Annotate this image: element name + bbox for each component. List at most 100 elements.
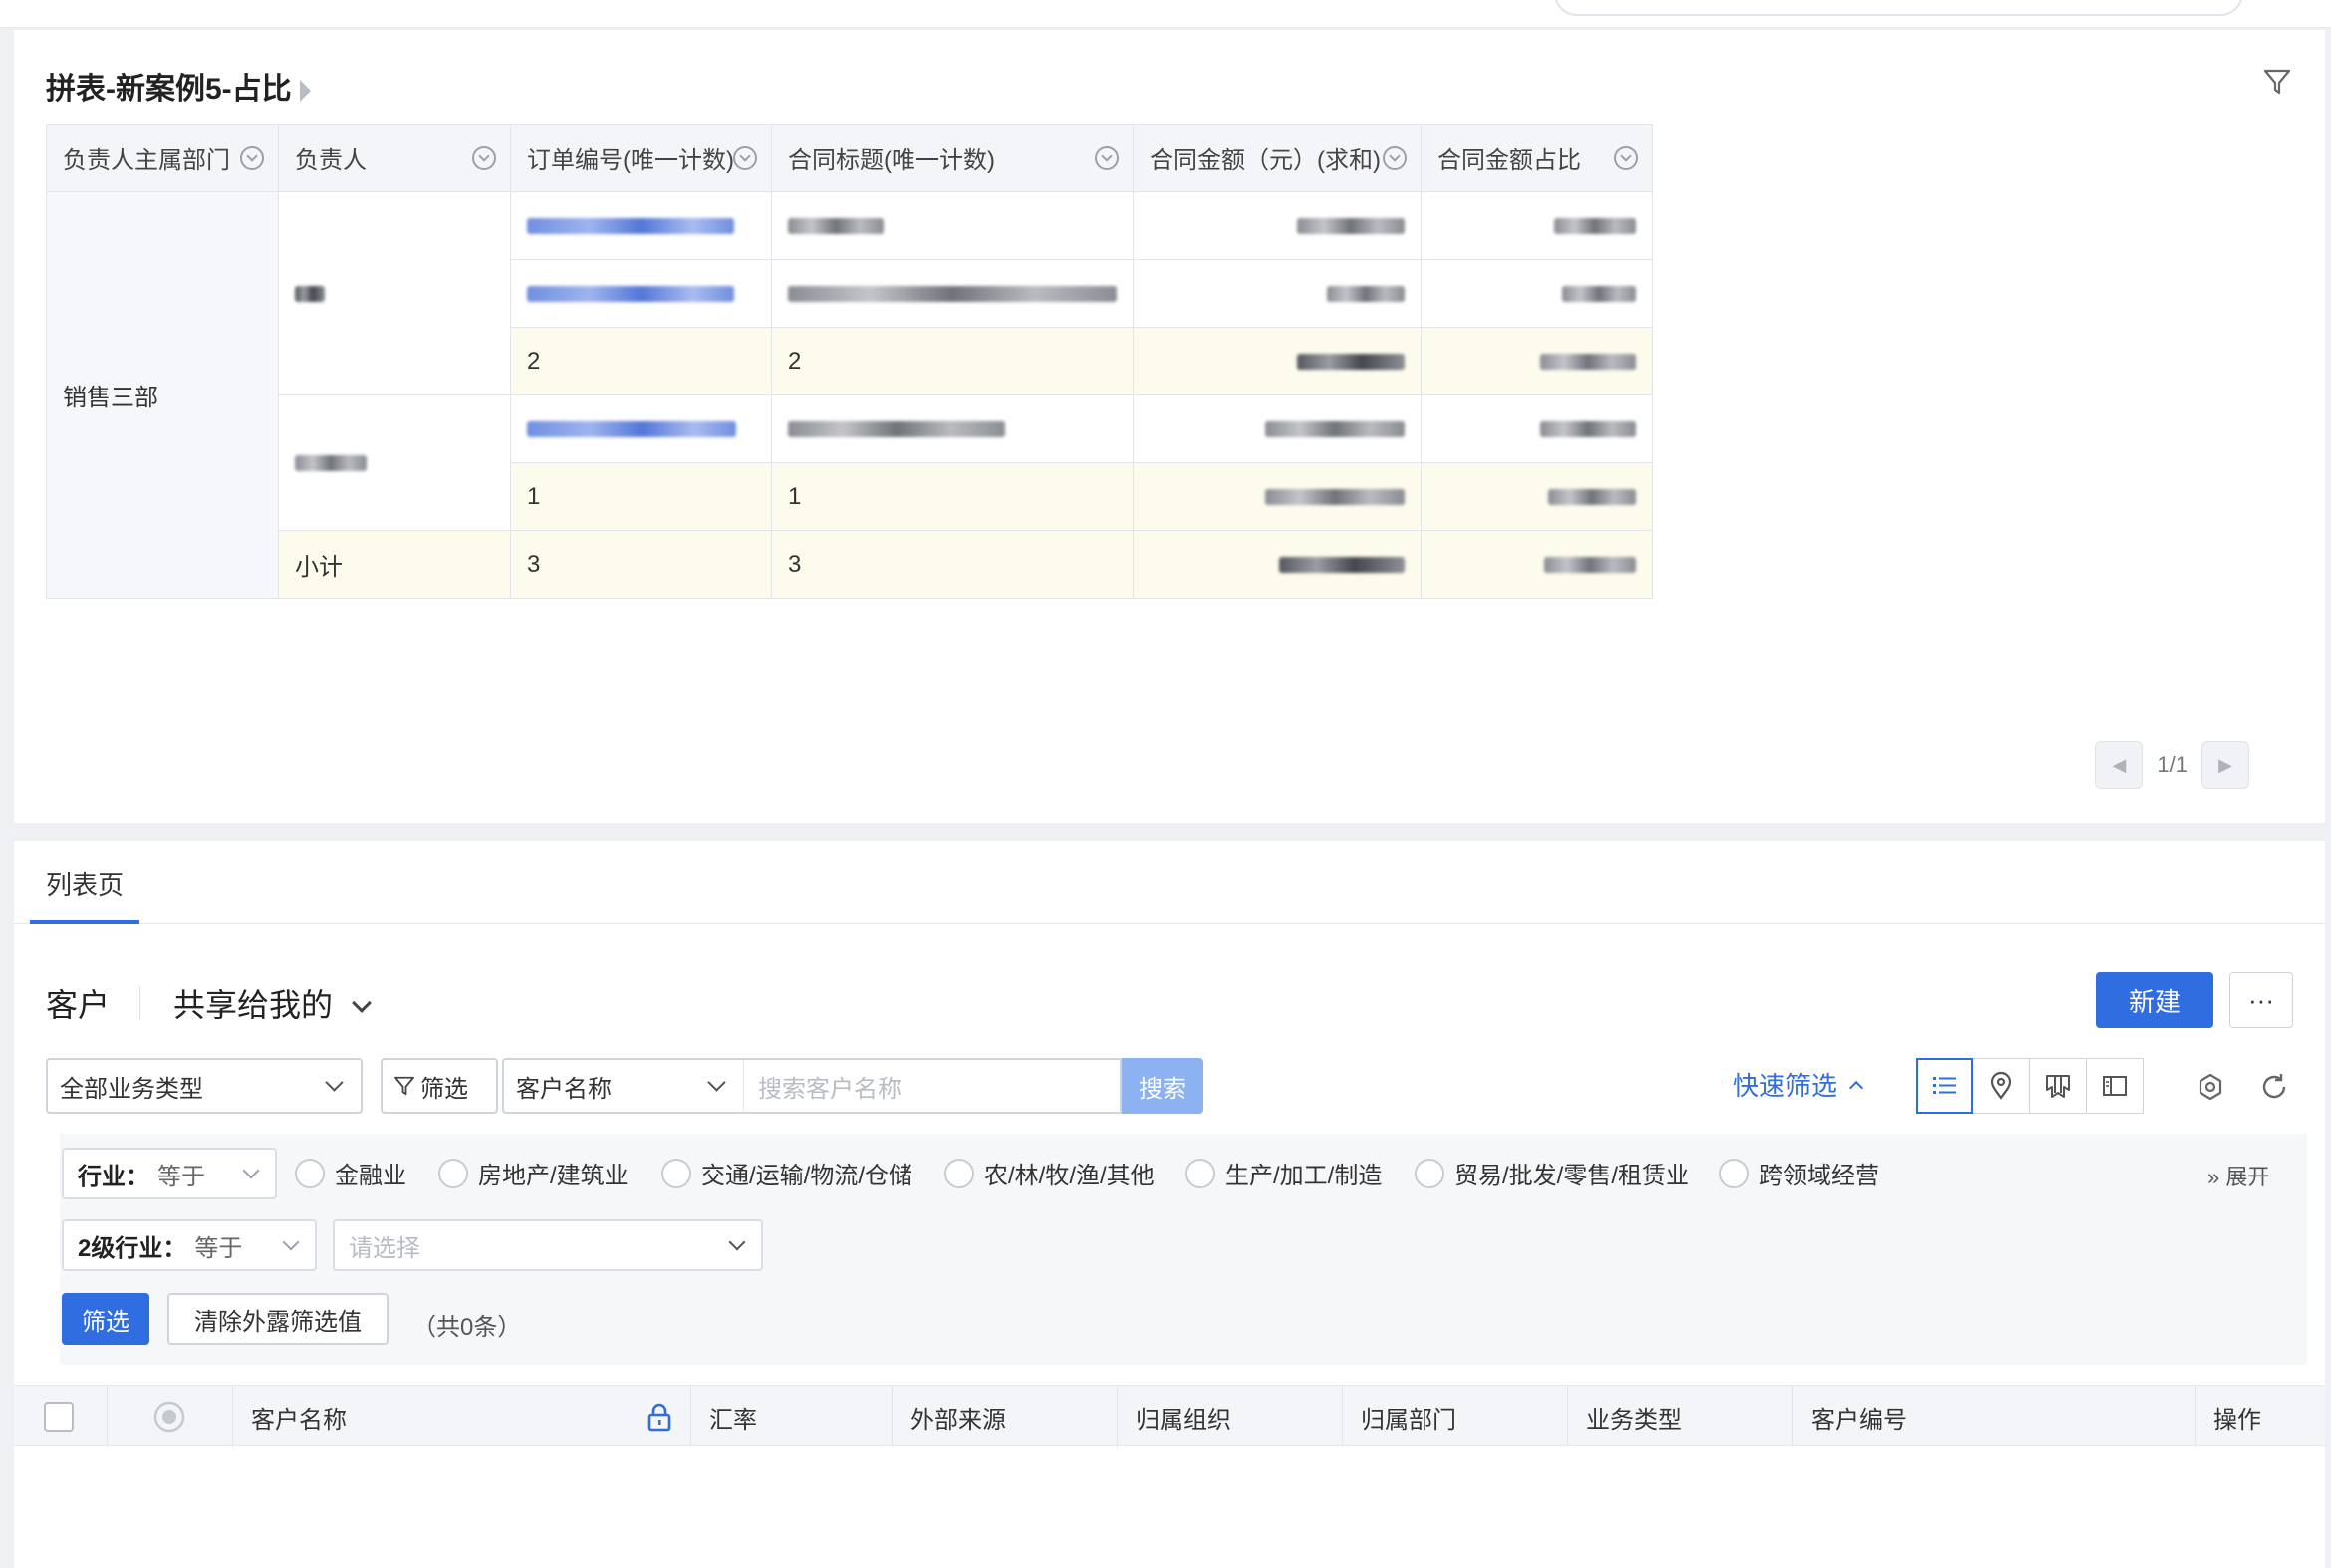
map-view-button[interactable] (1972, 1058, 2030, 1114)
industry-filter-select[interactable]: 行业： 等于 (62, 1148, 277, 1199)
global-search-box[interactable] (1554, 0, 2243, 16)
search-input[interactable]: 搜索客户名称 (743, 1058, 1122, 1114)
report-title[interactable]: 拼表-新案例5-占比 (46, 64, 311, 108)
industry-option-cross-domain[interactable]: 跨领域经营 (1719, 1156, 1879, 1190)
column-menu-icon[interactable] (472, 146, 496, 170)
radio-circle (1719, 1158, 1749, 1188)
owner-cell (278, 394, 511, 531)
expand-toggle[interactable]: » 展开 (2207, 1160, 2269, 1191)
pivot-table: 负责人主属部门 负责人 订单编号(唯一计数) 合同标题(唯一计数) 合同金额（元… (46, 124, 1653, 599)
order-cell[interactable] (510, 191, 772, 260)
industry-option-realestate[interactable]: 房地产/建筑业 (438, 1156, 629, 1190)
column-header[interactable]: 合同金额占比 (1421, 124, 1653, 192)
column-header-label: 订单编号(唯一计数) (527, 147, 734, 174)
redacted-order-link[interactable] (527, 286, 734, 303)
quick-filter-toggle[interactable]: 快速筛选 (1733, 1066, 1864, 1103)
option-label: 交通/运输/物流/仓储 (701, 1163, 913, 1189)
column-header-label: 合同金额占比 (1437, 147, 1581, 174)
column-header-business-type[interactable]: 业务类型 (1568, 1386, 1793, 1447)
column-header-department[interactable]: 归属部门 (1343, 1386, 1568, 1447)
column-header[interactable]: 订单编号(唯一计数) (510, 124, 772, 192)
search-button[interactable]: 搜索 (1122, 1058, 1203, 1114)
column-menu-icon[interactable] (733, 146, 757, 170)
column-header[interactable]: 合同标题(唯一计数) (771, 124, 1134, 192)
column-header[interactable]: 合同金额（元）(求和) (1133, 124, 1422, 192)
pivot-row (47, 394, 1653, 531)
chevron-down-icon (242, 1162, 260, 1179)
tab-list-page[interactable]: 列表页 (30, 841, 140, 924)
level2-value-select[interactable]: 请选择 (333, 1219, 763, 1271)
page-indicator: 1/1 (2157, 752, 2188, 777)
kanban-view-button[interactable] (2029, 1058, 2087, 1114)
column-menu-icon[interactable] (1095, 146, 1119, 170)
split-view-icon (2103, 1076, 2127, 1096)
column-menu-icon[interactable] (1614, 146, 1638, 170)
new-button[interactable]: 新建 (2096, 972, 2213, 1028)
owner-cell (278, 191, 511, 395)
amount-cell (1133, 191, 1422, 260)
industry-option-agriculture[interactable]: 农/林/牧/渔/其他 (944, 1156, 1155, 1190)
refresh-icon[interactable] (2259, 1072, 2289, 1102)
lock-icon[interactable] (647, 1402, 672, 1432)
split-view-button[interactable] (2086, 1058, 2144, 1114)
radio-circle (1185, 1158, 1215, 1188)
column-menu-icon[interactable] (1383, 146, 1407, 170)
redacted-order-link[interactable] (527, 218, 734, 235)
target-icon[interactable] (151, 1399, 187, 1435)
report-panel: 拼表-新案例5-占比 负责人主属部门 负责人 订单编号(唯一计数) 合同标题(唯… (14, 30, 2325, 823)
next-page-button[interactable]: ▶ (2202, 741, 2249, 789)
column-header[interactable]: 负责人主属部门 (46, 124, 279, 192)
column-header-organization[interactable]: 归属组织 (1118, 1386, 1343, 1447)
filter-button[interactable]: 筛选 (381, 1058, 498, 1114)
radio-circle (438, 1158, 468, 1188)
more-button[interactable]: ··· (2229, 972, 2293, 1028)
subtotal-contract-count: 3 (771, 530, 1134, 599)
column-header-label: 负责人主属部门 (63, 147, 230, 174)
industry-filter-field: 行业： (78, 1163, 149, 1190)
business-type-value: 全部业务类型 (60, 1075, 203, 1103)
chevron-down-icon (352, 993, 372, 1013)
order-cell[interactable] (510, 259, 772, 328)
column-header[interactable]: 负责人 (278, 124, 511, 192)
column-header-customer-name[interactable]: 客户名称 (233, 1386, 691, 1447)
industry-option-transport[interactable]: 交通/运输/物流/仓储 (661, 1156, 912, 1190)
business-type-select[interactable]: 全部业务类型 (46, 1058, 363, 1114)
redacted-number (1297, 218, 1405, 235)
list-table-header: 客户名称 汇率 外部来源 归属组织 归属部门 业务类型 客户编号 操作 (14, 1385, 2325, 1447)
column-header-label: 外部来源 (910, 1406, 1006, 1434)
list-view-button[interactable] (1916, 1058, 1973, 1114)
column-menu-icon[interactable] (240, 146, 264, 170)
apply-filter-button[interactable]: 筛选 (62, 1293, 149, 1345)
redacted-text (788, 421, 1005, 438)
kanban-icon (2046, 1075, 2070, 1098)
expand-arrow-icon[interactable] (299, 80, 311, 102)
industry-option-manufacturing[interactable]: 生产/加工/制造 (1185, 1156, 1382, 1190)
settings-icon[interactable] (2196, 1072, 2225, 1102)
column-header-exchange-rate[interactable]: 汇率 (691, 1386, 893, 1447)
column-header-customer-number[interactable]: 客户编号 (1793, 1386, 2196, 1447)
column-header-label: 操作 (2213, 1406, 2261, 1434)
column-header-actions: 操作 (2196, 1386, 2325, 1447)
column-header-label: 业务类型 (1586, 1406, 1682, 1434)
tab-bar: 列表页 (14, 841, 2325, 924)
level2-industry-filter-select[interactable]: 2级行业： 等于 (62, 1219, 317, 1271)
chevron-up-icon (1848, 1080, 1864, 1096)
report-title-text: 拼表-新案例5-占比 (46, 73, 292, 106)
industry-option-finance[interactable]: 金融业 (295, 1156, 406, 1190)
column-header-external-source[interactable]: 外部来源 (893, 1386, 1118, 1447)
clear-filter-button[interactable]: 清除外露筛选值 (167, 1293, 388, 1345)
search-field-select[interactable]: 客户名称 (502, 1058, 745, 1114)
prev-page-button[interactable]: ◀ (2095, 741, 2144, 789)
select-all-checkbox[interactable] (44, 1402, 74, 1432)
select-all-cell (14, 1386, 108, 1447)
industry-option-trade[interactable]: 贸易/批发/零售/租赁业 (1415, 1156, 1689, 1190)
redacted-text (788, 286, 1117, 303)
contract-title-cell (771, 259, 1134, 328)
order-cell[interactable] (510, 394, 772, 463)
subtotal-contract-count: 2 (771, 327, 1134, 395)
filter-funnel-icon[interactable] (2261, 66, 2293, 98)
contract-title-cell (771, 191, 1134, 260)
option-label: 贸易/批发/零售/租赁业 (1454, 1163, 1690, 1189)
view-selector[interactable]: 共享给我的 (173, 980, 372, 1026)
redacted-order-link[interactable] (527, 421, 736, 438)
